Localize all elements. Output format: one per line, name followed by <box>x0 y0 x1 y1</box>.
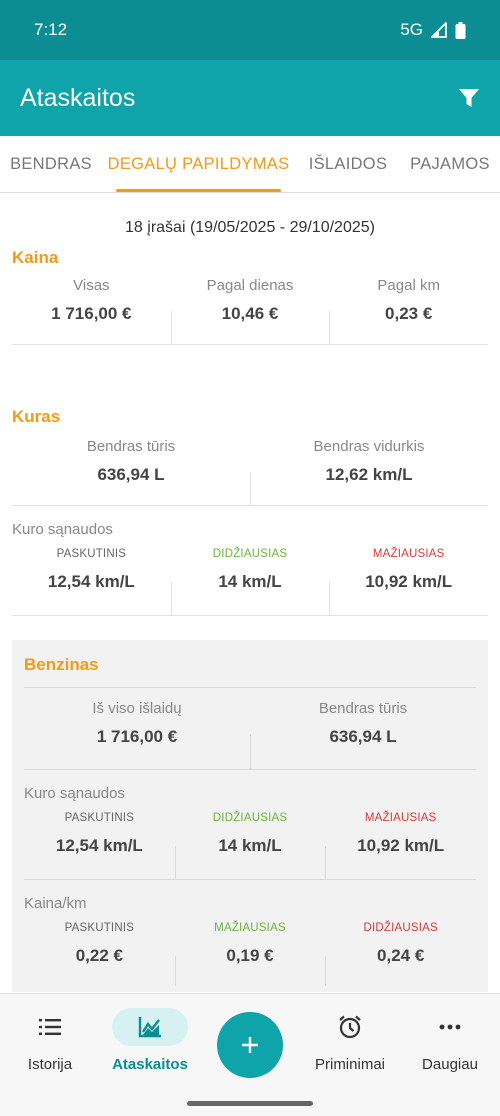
tab-bar: BENDRAS DEGALŲ PAPILDYMAS IŠLAIDOS PAJAM… <box>0 136 500 193</box>
signal-icon <box>431 22 447 38</box>
tab-bendras[interactable]: BENDRAS <box>0 136 102 192</box>
kuras-total-volume: Bendras tūris 636,94 L <box>86 438 176 484</box>
benzinas-price-max: DIDŽIAUSIAS 0,24 € <box>325 922 476 986</box>
list-icon <box>39 1019 61 1035</box>
filter-icon[interactable] <box>458 88 480 108</box>
battery-icon <box>455 21 466 39</box>
kaina-per-km: Pagal km 0,23 € <box>329 277 488 344</box>
kuras-consumption-label: Kuro sąnaudos <box>12 521 113 538</box>
benzinas-price-label: Kaina/km <box>24 895 87 912</box>
alarm-clock-icon <box>339 1015 361 1039</box>
benzinas-total-expenses: Iš viso išlaidų 1 716,00 € <box>92 700 182 746</box>
more-dots-icon <box>439 1024 461 1030</box>
benzinas-consumption-row: PASKUTINIS 12,54 km/L DIDŽIAUSIAS 14 km/… <box>24 812 476 880</box>
benzinas-price-min: MAŽIAUSIAS 0,19 € <box>174 922 326 986</box>
kuras-consumption-max: DIDŽIAUSIAS 14 km/L <box>170 548 330 615</box>
section-title-kuras: Kuras <box>12 407 61 426</box>
status-bar: 7:12 5G <box>0 0 500 60</box>
kaina-per-day: Pagal dienas 10,46 € <box>170 277 330 344</box>
tab-pajamos[interactable]: PAJAMOS <box>400 136 500 192</box>
app-bar: Ataskaitos <box>0 60 500 136</box>
benzinas-total-volume: Bendras tūris 636,94 L <box>250 700 476 769</box>
network-label: 5G <box>400 20 423 39</box>
status-time: 7:12 <box>34 20 68 39</box>
kuras-row: Bendras tūris 636,94 L Bendras vidurkis … <box>12 438 488 506</box>
benzinas-consumption-label: Kuro sąnaudos <box>24 785 125 802</box>
kuras-consumption-min: MAŽIAUSIAS 10,92 km/L <box>329 548 488 615</box>
nav-priminimai[interactable]: Priminimai <box>300 994 400 1073</box>
nav-daugiau[interactable]: Daugiau <box>400 994 500 1073</box>
add-entry-button[interactable] <box>217 1012 283 1078</box>
kaina-row: Visas 1 716,00 € Pagal dienas 10,46 € Pa… <box>12 277 488 345</box>
chart-icon <box>138 1017 161 1038</box>
kaina-total: Visas 1 716,00 € <box>51 277 132 323</box>
report-content: 18 įrašai (19/05/2025 - 29/10/2025) Kain… <box>0 219 500 992</box>
plus-icon <box>242 1037 258 1053</box>
kuras-consumption-last: PASKUTINIS 12,54 km/L <box>47 548 135 591</box>
section-title-benzinas: Benzinas <box>24 640 476 688</box>
benzinas-consumption-min: MAŽIAUSIAS 10,92 km/L <box>325 812 476 879</box>
nav-ataskaitos[interactable]: Ataskaitos <box>100 994 200 1073</box>
benzinas-price-last: PASKUTINIS 0,22 € <box>64 922 135 965</box>
tab-islaidos[interactable]: IŠLAIDOS <box>296 136 400 192</box>
benzinas-row: Iš viso išlaidų 1 716,00 € Bendras tūris… <box>24 700 476 770</box>
records-summary: 18 įrašai (19/05/2025 - 29/10/2025) <box>125 219 375 236</box>
benzinas-consumption-max: DIDŽIAUSIAS 14 km/L <box>174 812 326 879</box>
bottom-navigation: Istorija Ataskaitos Priminimai Daugiau <box>0 993 500 1116</box>
fuel-type-panel-benzinas: Benzinas Iš viso išlaidų 1 716,00 € Bend… <box>12 640 488 992</box>
benzinas-consumption-last: PASKUTINIS 12,54 km/L <box>55 812 143 855</box>
kuras-consumption-row: PASKUTINIS 12,54 km/L DIDŽIAUSIAS 14 km/… <box>12 548 488 616</box>
nav-istorija[interactable]: Istorija <box>0 994 100 1073</box>
section-title-kaina: Kaina <box>12 248 59 267</box>
tab-degalu-papildymas[interactable]: DEGALŲ PAPILDYMAS <box>108 136 289 192</box>
gesture-handle <box>187 1101 313 1106</box>
benzinas-price-row: PASKUTINIS 0,22 € MAŽIAUSIAS 0,19 € DIDŽ… <box>24 922 476 986</box>
kuras-average: Bendras vidurkis 12,62 km/L <box>250 438 488 505</box>
page-title: Ataskaitos <box>20 83 136 112</box>
